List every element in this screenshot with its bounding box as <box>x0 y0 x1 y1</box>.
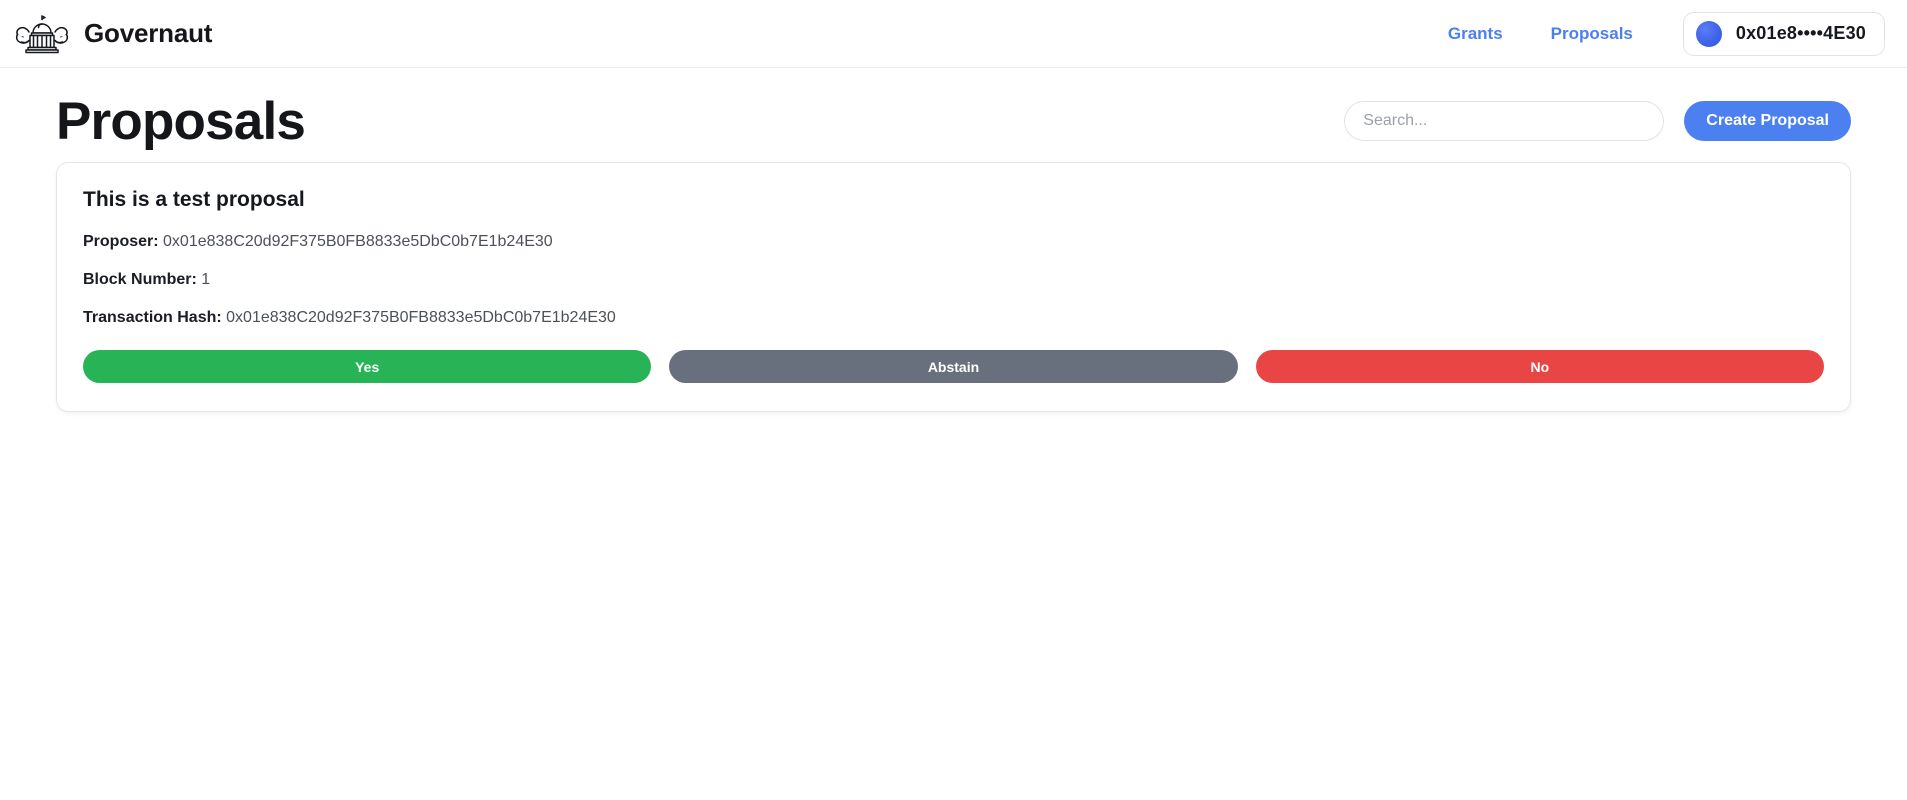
vote-no-button[interactable]: No <box>1255 350 1824 384</box>
page-content: Proposals Create Proposal This is a test… <box>0 68 1907 413</box>
wallet-address-button[interactable]: 0x01e8••••4E30 <box>1682 11 1885 56</box>
page-header-row: Proposals Create Proposal <box>56 68 1851 158</box>
nav-link-proposals[interactable]: Proposals <box>1527 18 1657 50</box>
wallet-avatar-icon <box>1695 20 1722 47</box>
proposal-card: This is a test proposal Proposer: 0x01e8… <box>56 162 1851 413</box>
proposer-value: 0x01e838C20d92F375B0FB8833e5DbC0b7E1b24E… <box>163 233 553 251</box>
page-title: Proposals <box>56 91 306 151</box>
proposal-tx-row: Transaction Hash: 0x01e838C20d92F375B0FB… <box>83 308 1824 328</box>
create-proposal-button[interactable]: Create Proposal <box>1684 101 1851 141</box>
proposal-list: This is a test proposal Proposer: 0x01e8… <box>56 158 1851 413</box>
vote-abstain-button[interactable]: Abstain <box>669 350 1238 384</box>
proposal-title: This is a test proposal <box>83 188 305 211</box>
transaction-hash-value: 0x01e838C20d92F375B0FB8833e5DbC0b7E1b24E… <box>226 309 616 327</box>
vote-yes-button[interactable]: Yes <box>83 350 652 384</box>
block-number-label: Block Number: <box>83 271 197 289</box>
page-header-tools: Create Proposal <box>1344 101 1851 141</box>
brand-home-link[interactable]: Governaut <box>14 12 212 56</box>
vote-button-group: Yes Abstain No <box>83 350 1824 384</box>
proposer-label: Proposer: <box>83 233 159 251</box>
primary-nav: Grants Proposals 0x01e8••••4E30 <box>1424 11 1885 56</box>
search-input[interactable] <box>1344 101 1665 141</box>
transaction-hash-label: Transaction Hash: <box>83 309 222 327</box>
block-number-value: 1 <box>201 271 211 289</box>
capitol-flex-logo-icon <box>14 12 70 56</box>
nav-link-grants[interactable]: Grants <box>1424 18 1527 50</box>
brand-name: Governaut <box>84 18 213 48</box>
wallet-address-label: 0x01e8••••4E30 <box>1735 23 1866 43</box>
top-navbar: Governaut Grants Proposals 0x01e8••••4E3… <box>0 0 1907 68</box>
proposal-block-row: Block Number: 1 <box>83 270 1824 290</box>
proposal-proposer-row: Proposer: 0x01e838C20d92F375B0FB8833e5Db… <box>83 232 1824 252</box>
